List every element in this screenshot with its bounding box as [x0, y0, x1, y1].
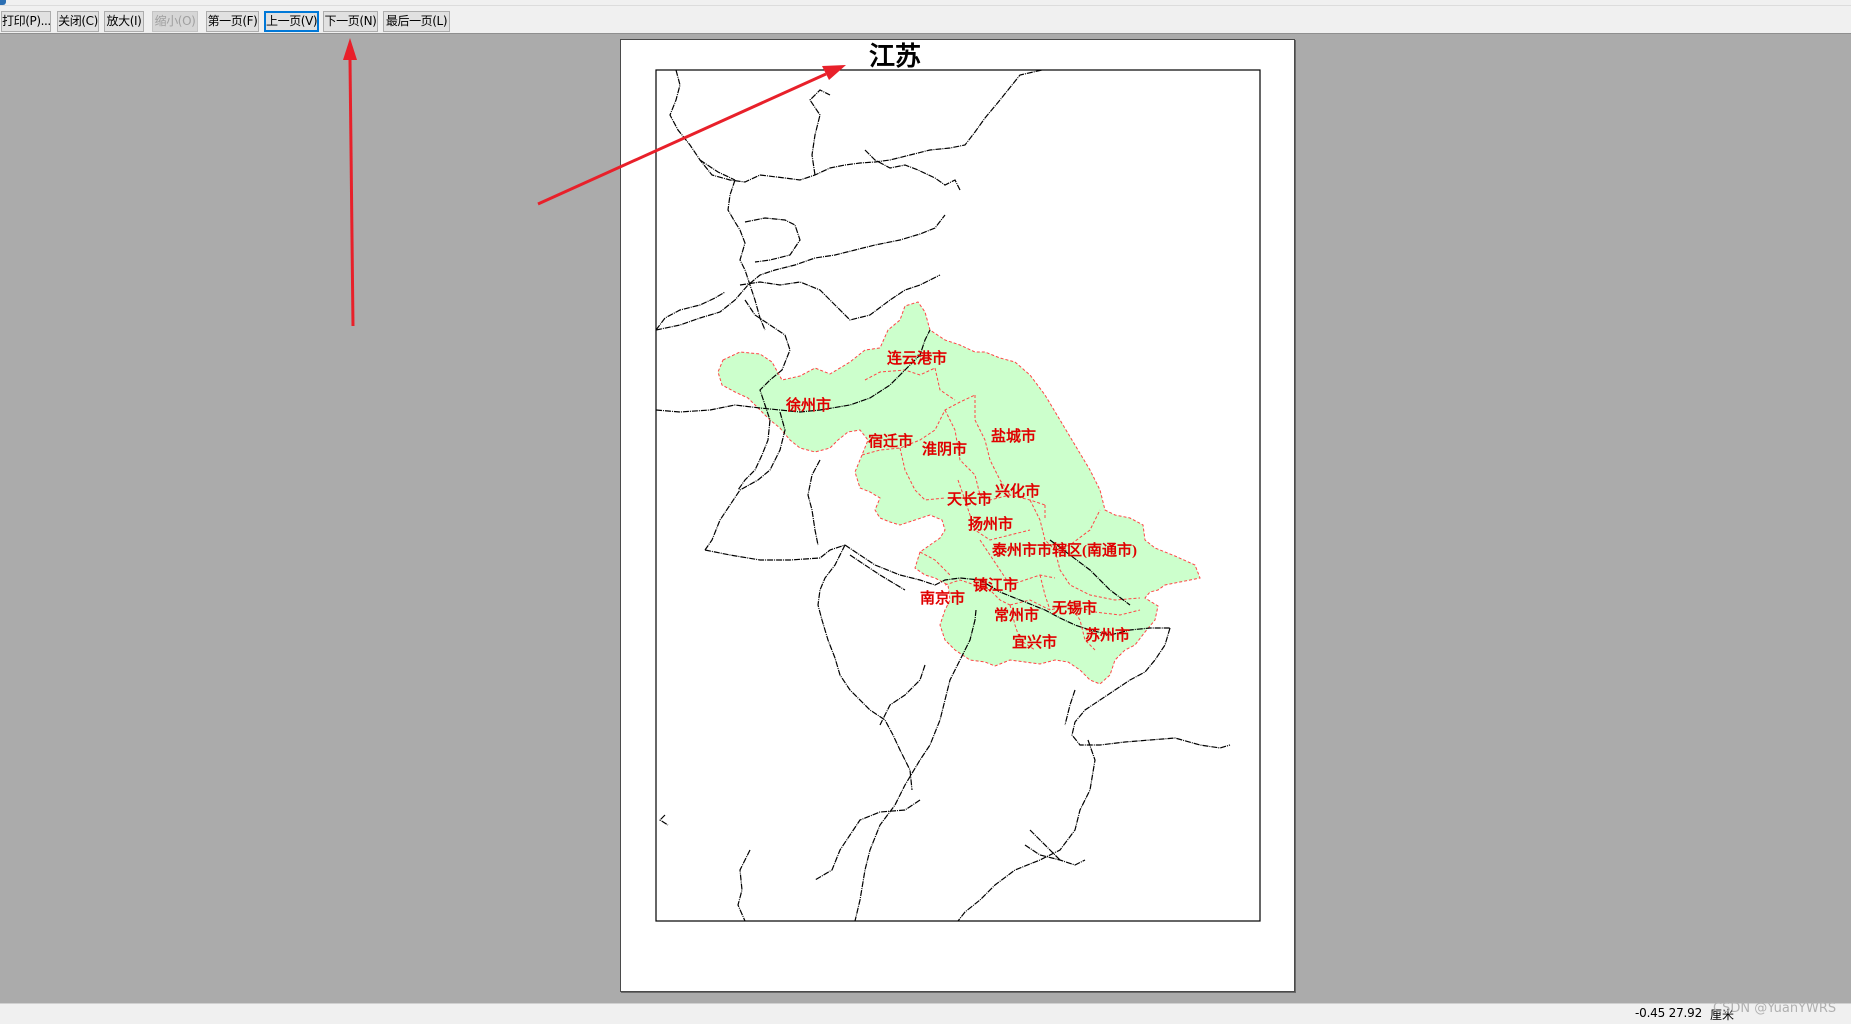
map-canvas: 连云港市 徐州市 宿迁市 淮阴市 盐城市 兴化市 天长市 扬州市 泰州市市辖区(… — [343, 38, 1261, 922]
label-wuxi: 无锡市 — [1051, 599, 1097, 617]
label-suqian: 宿迁市 — [868, 432, 913, 450]
label-nanjing: 南京市 — [920, 589, 965, 607]
label-yixing: 宜兴市 — [1012, 633, 1057, 651]
watermark: CSDN @YuanYWRS — [1713, 1001, 1837, 1016]
label-lianyungang: 连云港市 — [887, 349, 947, 367]
label-taizhou-nantong: 泰州市市辖区(南通市) — [991, 541, 1137, 559]
arrow-head-prev-page — [343, 38, 357, 60]
label-changzhou: 常州市 — [994, 606, 1039, 624]
cursor-coordinates: -0.45 27.92 — [1635, 1006, 1703, 1020]
label-zhenjiang: 镇江市 — [973, 576, 1018, 594]
label-xuzhou: 徐州市 — [785, 396, 831, 414]
label-yangzhou: 扬州市 — [968, 515, 1013, 533]
status-bar — [0, 1003, 1851, 1024]
arrow-head-title — [822, 65, 846, 80]
label-tianchang: 天长市 — [947, 490, 992, 508]
annotation-arrows — [343, 38, 846, 327]
label-huaiyin: 淮阴市 — [922, 440, 967, 458]
arrow-to-prev-page — [348, 59, 355, 327]
label-yancheng: 盐城市 — [991, 427, 1036, 445]
label-suzhou: 苏州市 — [1085, 626, 1130, 644]
arrow-to-title — [537, 72, 827, 206]
label-xinghua: 兴化市 — [995, 482, 1040, 500]
